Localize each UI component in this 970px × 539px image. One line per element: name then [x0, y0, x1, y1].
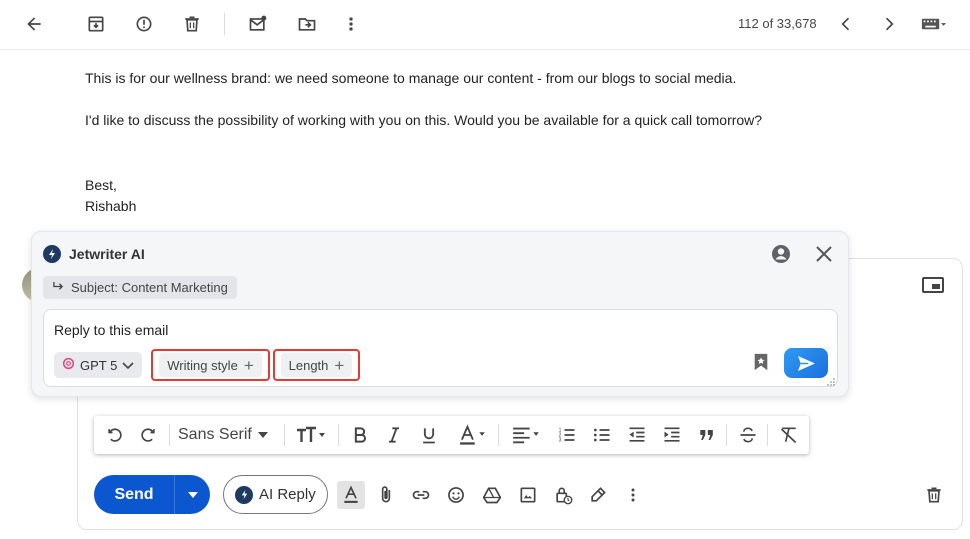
prompt-input[interactable]: Reply to this email GPT 5 Writing style … [43, 309, 838, 387]
font-selector[interactable]: Sans Serif [178, 423, 282, 447]
numbered-list-icon[interactable]: 123 [555, 423, 579, 447]
toolbar-divider [767, 424, 768, 446]
text-color-icon[interactable] [452, 423, 492, 447]
length-label: Length [288, 357, 329, 373]
attach-icon[interactable] [373, 482, 399, 508]
discard-draft-icon[interactable] [921, 482, 947, 508]
insert-photo-icon[interactable] [515, 482, 541, 508]
reply-arrow-icon [52, 280, 65, 295]
italic-icon[interactable] [382, 423, 406, 447]
ai-reply-label: AI Reply [259, 486, 316, 503]
writing-style-button[interactable]: Writing style + [151, 349, 270, 381]
plus-icon: + [243, 355, 254, 375]
jetwriter-panel: Jetwriter AI Subject: Content Marketing … [31, 231, 849, 397]
drive-icon[interactable] [479, 482, 505, 508]
insert-link-icon[interactable] [408, 482, 434, 508]
resize-handle-icon[interactable] [826, 374, 836, 386]
delete-icon[interactable] [178, 10, 206, 38]
subject-chip[interactable]: Subject: Content Marketing [43, 276, 237, 299]
formatting-options-icon[interactable] [337, 481, 365, 509]
indent-less-icon[interactable] [625, 423, 649, 447]
prev-icon[interactable] [832, 10, 860, 38]
redo-icon[interactable] [136, 423, 160, 447]
ai-reply-button[interactable]: AI Reply [223, 475, 328, 514]
toolbar-divider [284, 424, 285, 446]
subject-chip-label: Subject: Content Marketing [71, 280, 228, 295]
length-button[interactable]: Length + [273, 349, 360, 381]
underline-icon[interactable] [417, 423, 441, 447]
more-options-icon[interactable] [620, 482, 646, 508]
close-icon[interactable] [813, 243, 835, 265]
email-signature: Rishabh [85, 198, 137, 214]
bulleted-list-icon[interactable] [590, 423, 614, 447]
toolbar-divider [169, 424, 170, 446]
more-vert-icon[interactable] [337, 10, 365, 38]
align-icon[interactable] [506, 423, 546, 447]
generate-button[interactable] [784, 348, 828, 378]
toolbar-divider [338, 424, 339, 446]
jetwriter-title: Jetwriter AI [69, 246, 145, 262]
message-toolbar: 112 of 33,678 [0, 0, 970, 50]
font-label: Sans Serif [178, 426, 252, 443]
send-button[interactable]: Send [94, 475, 174, 514]
remove-formatting-icon[interactable] [777, 423, 801, 447]
popout-icon[interactable] [922, 276, 944, 294]
jetwriter-logo-icon [235, 485, 253, 504]
prompt-text[interactable]: Reply to this email [54, 322, 168, 338]
message-counter: 112 of 33,678 [738, 16, 817, 31]
toolbar-divider [224, 13, 225, 35]
archive-icon[interactable] [82, 10, 110, 38]
move-to-icon[interactable] [293, 10, 321, 38]
quote-icon[interactable] [695, 423, 719, 447]
email-body-line: I'd like to discuss the possibility of w… [85, 112, 763, 128]
email-signoff: Best, [85, 177, 117, 193]
email-body-line: This is for our wellness brand: we need … [85, 70, 737, 86]
openai-icon [62, 357, 75, 373]
mark-unread-icon[interactable] [244, 10, 272, 38]
jetwriter-logo-icon [43, 245, 61, 263]
confidential-mode-icon[interactable] [550, 482, 576, 508]
chevron-down-icon [122, 358, 134, 373]
signature-icon[interactable] [585, 482, 611, 508]
toolbar-divider [498, 424, 499, 446]
strikethrough-icon[interactable] [736, 423, 760, 447]
model-selector[interactable]: GPT 5 [54, 352, 142, 378]
account-icon[interactable] [770, 243, 792, 265]
toolbar-divider [726, 424, 727, 446]
formatting-toolbar: Sans Serif 123 [94, 416, 809, 454]
plus-icon: + [334, 355, 345, 375]
svg-text:3: 3 [559, 438, 562, 444]
chevron-down-icon [257, 432, 268, 438]
send-button-group: Send [94, 475, 210, 514]
saved-prompts-icon[interactable] [752, 352, 772, 374]
undo-icon[interactable] [103, 423, 127, 447]
writing-style-label: Writing style [167, 357, 238, 373]
back-arrow-icon[interactable] [20, 10, 48, 38]
keyboard-icon[interactable] [917, 10, 951, 38]
emoji-icon[interactable] [443, 482, 469, 508]
report-spam-icon[interactable] [130, 10, 158, 38]
next-icon[interactable] [875, 10, 903, 38]
text-size-icon[interactable] [291, 423, 331, 447]
model-label: GPT 5 [80, 357, 118, 373]
indent-more-icon[interactable] [660, 423, 684, 447]
bold-icon[interactable] [348, 423, 372, 447]
